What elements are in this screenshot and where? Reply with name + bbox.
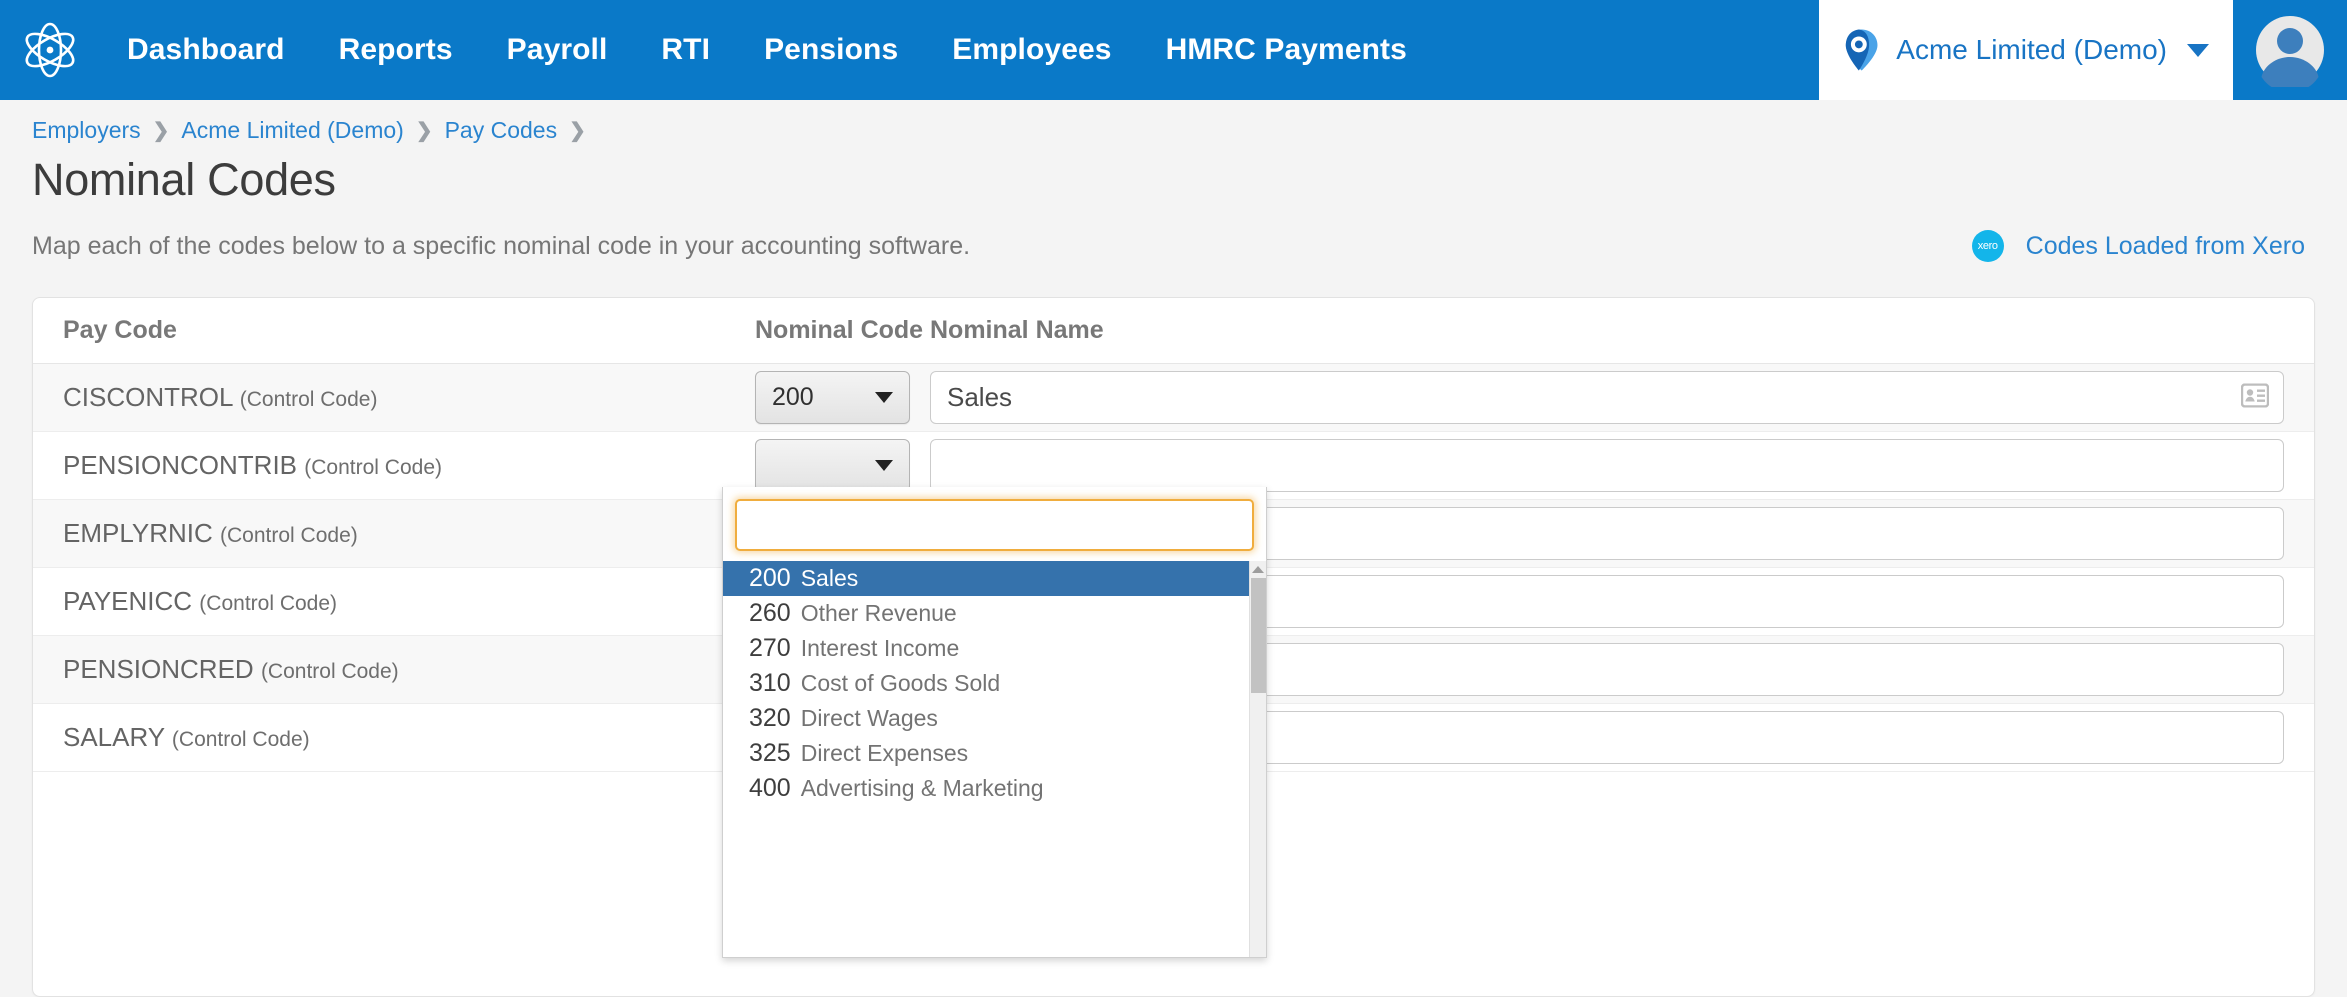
user-menu-button[interactable] — [2233, 0, 2347, 100]
cell-pay-code: PENSIONCONTRIB (Control Code) — [63, 450, 755, 481]
pay-code-name: PENSIONCRED — [63, 654, 254, 684]
pay-code-name: CISCONTROL — [63, 382, 233, 412]
chevron-down-icon — [2187, 43, 2209, 57]
nominal-code-select[interactable] — [755, 439, 910, 492]
pay-code-name: PAYENICC — [63, 586, 193, 616]
cell-pay-code: SALARY (Control Code) — [63, 722, 755, 753]
dropdown-option[interactable]: 320 Direct Wages — [723, 701, 1266, 736]
option-name: Advertising & Marketing — [800, 775, 1044, 801]
dropdown-option[interactable]: 310 Cost of Goods Sold — [723, 666, 1266, 701]
column-header-nominal-code: Nominal Code — [755, 316, 924, 344]
cell-nominal-code — [755, 439, 930, 492]
page-header: Employers ❯ Acme Limited (Demo) ❯ Pay Co… — [0, 100, 2347, 262]
xero-logo-icon: xero — [1971, 230, 2004, 262]
pay-code-name: EMPLYRNIC — [63, 518, 213, 548]
nominal-code-value: 200 — [772, 383, 814, 411]
chevron-down-icon — [875, 392, 893, 403]
dropdown-option[interactable]: 200 Sales — [723, 561, 1266, 596]
breadcrumb-separator-icon: ❯ — [569, 120, 586, 142]
option-code: 325 — [749, 739, 791, 767]
breadcrumb: Employers ❯ Acme Limited (Demo) ❯ Pay Co… — [32, 100, 2315, 144]
nav-item-pensions[interactable]: Pensions — [737, 0, 925, 100]
option-code: 320 — [749, 704, 791, 732]
nominal-code-dropdown-panel: 200 Sales 260 Other Revenue 270 Interest… — [722, 487, 1267, 958]
column-header-nominal-name: Nominal Name — [930, 316, 1104, 344]
user-avatar-icon — [2256, 16, 2324, 87]
option-name: Cost of Goods Sold — [800, 670, 1001, 696]
scroll-up-arrow-icon[interactable] — [1250, 561, 1266, 578]
dropdown-scrollbar[interactable] — [1249, 561, 1266, 957]
top-navigation-bar: Dashboard Reports Payroll RTI Pensions E… — [0, 0, 2347, 100]
scroll-up-triangle-icon — [1252, 566, 1264, 573]
option-name: Interest Income — [800, 635, 960, 661]
cell-pay-code: CISCONTROL (Control Code) — [63, 382, 755, 413]
pay-code-type: (Control Code) — [199, 592, 338, 615]
xero-status-link[interactable]: xero Codes Loaded from Xero — [1971, 230, 2305, 262]
option-code: 400 — [749, 774, 791, 802]
location-pin-icon — [1845, 29, 1878, 71]
option-code: 200 — [749, 564, 791, 592]
app-logo[interactable] — [0, 0, 100, 100]
nominal-code-select[interactable]: 200 — [755, 371, 910, 424]
breadcrumb-item-employers[interactable]: Employers — [32, 117, 141, 144]
nominal-name-input[interactable] — [930, 371, 2284, 424]
page-subtitle: Map each of the codes below to a specifi… — [32, 231, 971, 260]
dropdown-option[interactable]: 270 Interest Income — [723, 631, 1266, 666]
option-code: 310 — [749, 669, 791, 697]
xero-link-label: Codes Loaded from Xero — [2025, 231, 2305, 260]
pay-code-name: SALARY — [63, 722, 165, 752]
pay-code-type: (Control Code) — [220, 524, 358, 547]
nav-item-rti[interactable]: RTI — [634, 0, 737, 100]
breadcrumb-item-company[interactable]: Acme Limited (Demo) — [181, 117, 403, 144]
dropdown-option-list: 200 Sales 260 Other Revenue 270 Interest… — [723, 561, 1266, 957]
cell-pay-code: PAYENICC (Control Code) — [63, 586, 755, 617]
dropdown-search-input[interactable] — [735, 499, 1254, 551]
dropdown-search-wrapper — [723, 487, 1266, 561]
cell-nominal-name — [930, 371, 2284, 424]
nav-item-hmrc-payments[interactable]: HMRC Payments — [1139, 0, 1434, 100]
option-name: Other Revenue — [800, 600, 957, 626]
option-name: Sales — [800, 565, 859, 591]
dropdown-option[interactable]: 325 Direct Expenses — [723, 736, 1266, 771]
option-code: 270 — [749, 634, 791, 662]
page-title: Nominal Codes — [32, 154, 336, 205]
page-subtitle-row: Map each of the codes below to a specifi… — [32, 230, 2315, 262]
company-name-label: Acme Limited (Demo) — [1896, 34, 2167, 65]
nav-item-reports[interactable]: Reports — [312, 0, 480, 100]
nav-item-employees[interactable]: Employees — [925, 0, 1138, 100]
nominal-name-input[interactable] — [930, 439, 2284, 492]
option-code: 260 — [749, 599, 791, 627]
table-header-row: Pay Code Nominal Code Nominal Name — [33, 298, 2314, 364]
nav-item-payroll[interactable]: Payroll — [480, 0, 635, 100]
nav-item-dashboard[interactable]: Dashboard — [100, 0, 312, 100]
breadcrumb-separator-icon: ❯ — [415, 120, 433, 142]
pay-code-name: PENSIONCONTRIB — [63, 450, 298, 480]
cell-pay-code: EMPLYRNIC (Control Code) — [63, 518, 755, 549]
atom-logo-icon — [25, 22, 75, 78]
pay-code-type: (Control Code) — [171, 728, 310, 751]
table-row: CISCONTROL (Control Code) 200 — [33, 364, 2314, 432]
option-name: Direct Wages — [800, 705, 938, 731]
pay-code-type: (Control Code) — [239, 388, 378, 411]
cell-nominal-name — [930, 439, 2284, 492]
option-name: Direct Expenses — [800, 740, 969, 766]
breadcrumb-separator-icon: ❯ — [152, 120, 170, 142]
company-selector[interactable]: Acme Limited (Demo) — [1819, 0, 2233, 100]
cell-pay-code: PENSIONCRED (Control Code) — [63, 654, 755, 685]
pay-code-type: (Control Code) — [260, 660, 399, 683]
chevron-down-icon — [875, 460, 893, 471]
breadcrumb-item-pay-codes[interactable]: Pay Codes — [445, 117, 558, 144]
main-nav-links: Dashboard Reports Payroll RTI Pensions E… — [100, 0, 1819, 100]
dropdown-option[interactable]: 260 Other Revenue — [723, 596, 1266, 631]
pay-code-type: (Control Code) — [304, 456, 442, 479]
dropdown-option[interactable]: 400 Advertising & Marketing — [723, 771, 1266, 806]
cell-nominal-code: 200 — [755, 371, 930, 424]
scrollbar-thumb[interactable] — [1251, 578, 1266, 693]
column-header-pay-code: Pay Code — [63, 316, 177, 344]
